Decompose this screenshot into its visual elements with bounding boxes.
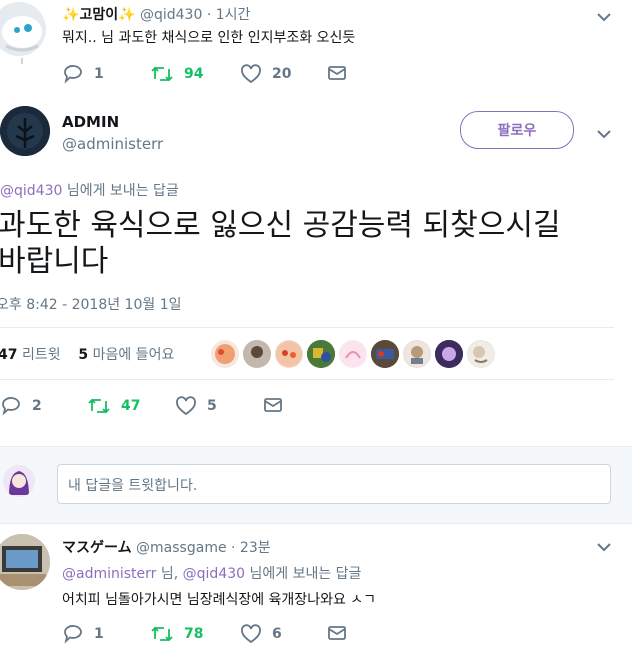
heart-icon <box>241 64 261 84</box>
thread-line <box>21 58 23 64</box>
chevron-down-icon[interactable] <box>595 8 613 26</box>
retweet-stat[interactable]: 47 리트윗 <box>0 347 61 363</box>
reply-button[interactable]: 2 <box>0 396 42 416</box>
liker-avatar[interactable] <box>307 340 335 368</box>
like-stat[interactable]: 5 마음에 들어요 <box>78 347 174 363</box>
heart-icon <box>176 396 196 416</box>
envelope-icon <box>328 626 346 640</box>
mention-link[interactable]: @qid430 <box>0 183 62 199</box>
liker-avatar[interactable] <box>211 340 239 368</box>
retweet-icon <box>88 398 110 414</box>
message-button[interactable] <box>327 624 347 642</box>
envelope-icon <box>264 398 282 412</box>
retweet-button[interactable]: 47 <box>87 396 140 416</box>
mention-link[interactable]: @qid430 <box>183 566 245 582</box>
reply-input[interactable]: 내 답글을 트윗합니다. <box>57 464 611 504</box>
tweet-text: 뭐지.. 님 과도한 채식으로 인한 인지부조화 오신듯 <box>62 30 356 46</box>
tweet-stats: 47 리트윗 5 마음에 들어요 <box>0 344 174 364</box>
retweet-icon <box>151 66 173 82</box>
sparkle-icon: ✨ <box>62 7 80 23</box>
user-handle[interactable]: @administerr <box>62 135 163 153</box>
heart-icon <box>241 624 261 644</box>
liker-avatar[interactable] <box>275 340 303 368</box>
tweet-text: 과도한 육식으로 잃으신 공감능력 되찾으시길 바랍니다 <box>0 208 561 279</box>
reply-button[interactable]: 1 <box>62 624 104 644</box>
tweet-header: マスゲーム @massgame · 23분 <box>62 537 271 557</box>
reply-context: @administerr 님, @qid430 님에게 보내는 답글 <box>62 566 362 582</box>
like-button[interactable]: 20 <box>240 64 291 84</box>
message-button[interactable] <box>263 396 283 414</box>
liker-avatar[interactable] <box>371 340 399 368</box>
avatar[interactable] <box>0 534 50 590</box>
avatar[interactable] <box>0 106 50 156</box>
tweet-header: ✨고맘이✨ @qid430 · 1시간 <box>62 4 250 24</box>
follow-label: 팔로우 <box>497 123 537 139</box>
chevron-down-icon[interactable] <box>595 538 613 556</box>
avatar[interactable] <box>0 2 46 56</box>
tweet-time[interactable]: · 23분 <box>231 540 271 556</box>
like-button[interactable]: 5 <box>175 396 217 416</box>
sparkle-icon: ✨ <box>118 7 136 23</box>
tweet-timestamp[interactable]: 오후 8:42 - 2018년 10월 1일 <box>0 294 182 314</box>
liker-avatar[interactable] <box>403 340 431 368</box>
liker-avatar[interactable] <box>435 340 463 368</box>
liker-avatar[interactable] <box>339 340 367 368</box>
reply-composer: 내 답글을 트윗합니다. <box>0 446 632 524</box>
liker-avatar[interactable] <box>243 340 271 368</box>
display-name[interactable]: ADMIN <box>62 113 119 131</box>
follow-button[interactable]: 팔로우 <box>460 111 574 149</box>
user-handle[interactable]: @massgame <box>136 540 227 556</box>
liker-avatar[interactable] <box>467 340 495 368</box>
retweet-button[interactable]: 94 <box>150 64 203 84</box>
reply-icon <box>64 625 82 644</box>
retweet-icon <box>151 626 173 642</box>
divider <box>0 379 614 380</box>
reply-icon <box>2 397 20 416</box>
reply-icon <box>64 65 82 84</box>
retweet-button[interactable]: 78 <box>150 624 203 644</box>
avatar <box>3 465 35 497</box>
chevron-down-icon[interactable] <box>595 125 613 143</box>
reply-context: @qid430 님에게 보내는 답글 <box>0 183 179 199</box>
divider <box>0 327 614 328</box>
envelope-icon <box>328 66 346 80</box>
tweet-time[interactable]: · 1시간 <box>207 7 251 23</box>
reply-button[interactable]: 1 <box>62 64 104 84</box>
display-name[interactable]: 고맘이 <box>79 7 118 23</box>
tweet-text: 어치피 님돌아가시면 님장례식장에 육개장나와요 ㅅㄱ <box>62 592 377 608</box>
like-button[interactable]: 6 <box>240 624 282 644</box>
display-name[interactable]: マスゲーム <box>62 540 132 556</box>
message-button[interactable] <box>327 64 347 82</box>
mention-link[interactable]: @administerr <box>62 566 156 582</box>
user-handle[interactable]: @qid430 <box>140 7 202 23</box>
